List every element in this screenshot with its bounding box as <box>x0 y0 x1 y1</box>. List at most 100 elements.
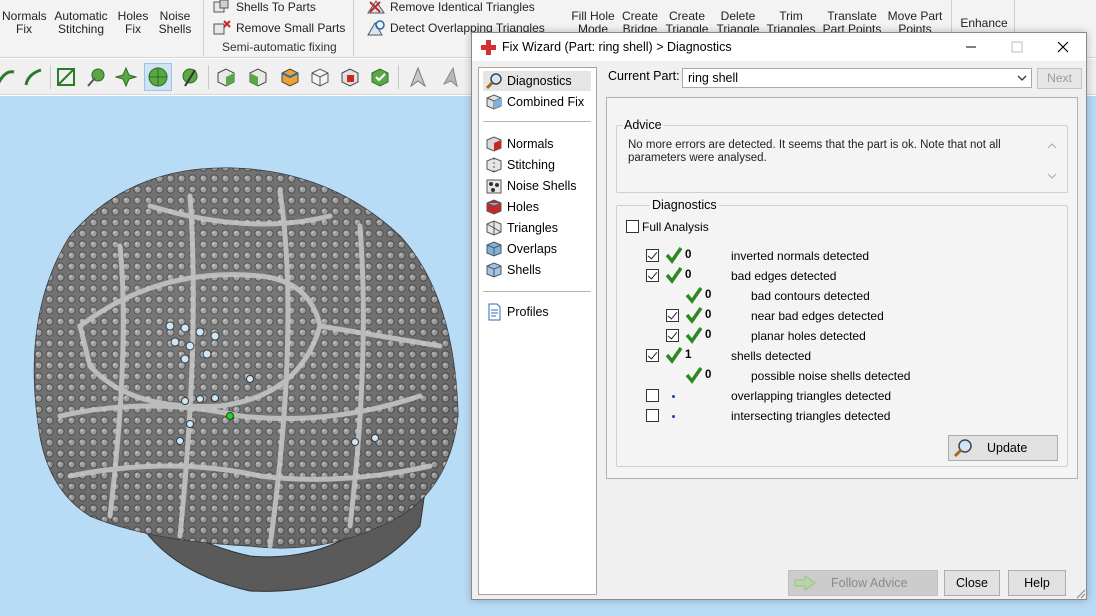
row-count: 0 <box>705 289 712 301</box>
noise-shells-button[interactable]: Noise Shells <box>154 0 196 36</box>
cube-marked-icon[interactable] <box>336 63 364 91</box>
sphere-cut-icon[interactable] <box>176 63 204 91</box>
nav-item-normals[interactable]: Normals <box>483 134 591 154</box>
nav-item-label: Stitching <box>507 158 555 172</box>
row-checkbox[interactable] <box>646 349 659 362</box>
nav-item-label: Diagnostics <box>507 74 572 88</box>
pivot-point[interactable] <box>226 412 234 420</box>
row-count: 0 <box>685 269 692 281</box>
noise-shells-label: Noise Shells <box>158 9 192 36</box>
fill-hole-mode-button[interactable]: Fill Hole Mode <box>566 0 620 36</box>
maximize-button[interactable] <box>994 33 1040 61</box>
shells-to-parts-icon <box>213 0 229 13</box>
fix-wizard-cross-icon <box>481 40 496 55</box>
cube-orange-icon[interactable] <box>276 63 304 91</box>
update-button[interactable]: Update <box>948 435 1058 461</box>
row-label: intersecting triangles detected <box>731 409 891 423</box>
row-label: inverted normals detected <box>731 249 870 263</box>
toolbar-divider <box>50 65 51 89</box>
cube-wire-icon[interactable] <box>306 63 334 91</box>
full-analysis-checkbox[interactable] <box>626 220 639 233</box>
detect-overlapping-triangles-icon <box>367 20 385 36</box>
row-label: possible noise shells detected <box>751 369 911 383</box>
remove-identical-triangles-button[interactable]: Remove Identical Triangles <box>366 0 535 14</box>
row-checkbox[interactable] <box>646 389 659 402</box>
resize-grip-icon[interactable] <box>1074 587 1086 599</box>
next-button[interactable]: Next <box>1037 68 1082 89</box>
close-button[interactable]: Close <box>944 570 1000 596</box>
row-checkbox[interactable] <box>646 269 659 282</box>
mesh-select-icon[interactable] <box>52 63 80 91</box>
ring-model[interactable] <box>0 96 480 616</box>
surface-select-icon[interactable] <box>112 63 140 91</box>
normals-fix-button[interactable]: Normals Fix <box>2 0 47 36</box>
fix-wizard-dialog: Fix Wizard (Part: ring shell) > Diagnost… <box>471 32 1087 600</box>
semi-automatic-group-label: Semi-automatic fixing <box>222 40 337 54</box>
current-part-value: ring shell <box>688 71 739 85</box>
row-checkbox[interactable] <box>646 409 659 422</box>
minimize-icon <box>966 46 976 48</box>
row-label: near bad edges detected <box>751 309 884 323</box>
shell-select-icon[interactable] <box>82 63 110 91</box>
move-part-points-button[interactable]: Move Part Points <box>886 0 944 36</box>
nav-item-profiles[interactable]: Profiles <box>483 302 591 322</box>
normals-fix-label: Normals Fix <box>2 9 47 36</box>
shells-to-parts-button[interactable]: Shells To Parts <box>212 0 316 14</box>
chevron-down-icon <box>1017 75 1027 81</box>
nav-item-combined-fix[interactable]: Combined Fix <box>483 92 591 112</box>
update-label: Update <box>987 441 1028 455</box>
create-bridge-button[interactable]: Create Bridge <box>618 0 662 36</box>
nav-item-overlaps[interactable]: Overlaps <box>483 239 591 259</box>
current-part-select[interactable]: ring shell <box>682 68 1032 88</box>
nav-item-diagnostics[interactable]: Diagnostics <box>483 71 591 91</box>
cube-check-icon[interactable] <box>366 63 394 91</box>
cube-green-icon[interactable] <box>212 63 240 91</box>
follow-advice-button[interactable]: Follow Advice <box>788 570 938 596</box>
triangles-icon <box>486 220 502 236</box>
row-label: bad contours detected <box>751 289 870 303</box>
magnifier-icon <box>953 439 972 458</box>
toolbar-divider <box>208 65 209 89</box>
advice-scrollbar[interactable] <box>1045 137 1059 185</box>
nav-divider <box>483 291 591 292</box>
remove-small-parts-icon <box>213 20 231 35</box>
automatic-stitching-button[interactable]: Automatic Stitching <box>50 0 112 36</box>
nav-item-noise-shells[interactable]: Noise Shells <box>483 176 591 196</box>
nav-item-shells[interactable]: Shells <box>483 260 591 280</box>
remove-small-parts-button[interactable]: Remove Small Parts <box>212 20 345 36</box>
row-count: 1 <box>685 349 692 361</box>
row-checkbox[interactable] <box>646 249 659 262</box>
row-checkbox[interactable] <box>666 329 679 342</box>
row-count: 0 <box>705 369 712 381</box>
nav-item-label: Normals <box>507 137 554 151</box>
holes-fix-button[interactable]: Holes Fix <box>114 0 152 36</box>
close-window-button[interactable] <box>1040 33 1086 61</box>
cube-combined-icon <box>486 94 502 110</box>
minimize-button[interactable] <box>948 33 994 61</box>
bend-icon[interactable] <box>0 63 20 91</box>
overlaps-icon <box>486 241 502 257</box>
cube-gray-icon[interactable] <box>244 63 272 91</box>
row-checkbox[interactable] <box>666 309 679 322</box>
nav-item-triangles[interactable]: Triangles <box>483 218 591 238</box>
arrow-up-icon[interactable] <box>404 63 432 91</box>
remove-identical-triangles-label: Remove Identical Triangles <box>390 0 535 14</box>
trim-triangles-button[interactable]: Trim Triangles <box>766 0 816 36</box>
help-button[interactable]: Help <box>1008 570 1066 596</box>
create-triangle-button[interactable]: Create Triangle <box>664 0 710 36</box>
row-count: 0 <box>685 249 692 261</box>
translate-part-points-button[interactable]: Translate Part Points <box>822 0 882 36</box>
current-part-label: Current Part: <box>608 69 680 83</box>
nav-item-holes[interactable]: Holes <box>483 197 591 217</box>
curve-icon[interactable] <box>20 63 48 91</box>
holes-icon <box>486 199 502 215</box>
arrow-up-gray-icon[interactable] <box>436 63 464 91</box>
enhance-button[interactable]: Enhance <box>956 0 1012 30</box>
nav-item-stitching[interactable]: Stitching <box>483 155 591 175</box>
holes-fix-label: Holes Fix <box>117 9 149 36</box>
delete-triangle-button[interactable]: Delete Triangle <box>714 0 762 36</box>
sphere-select-icon[interactable] <box>144 63 172 91</box>
nav-item-label: Noise Shells <box>507 179 577 193</box>
nav-item-label: Profiles <box>507 305 549 319</box>
dialog-titlebar[interactable]: Fix Wizard (Part: ring shell) > Diagnost… <box>472 33 1086 61</box>
